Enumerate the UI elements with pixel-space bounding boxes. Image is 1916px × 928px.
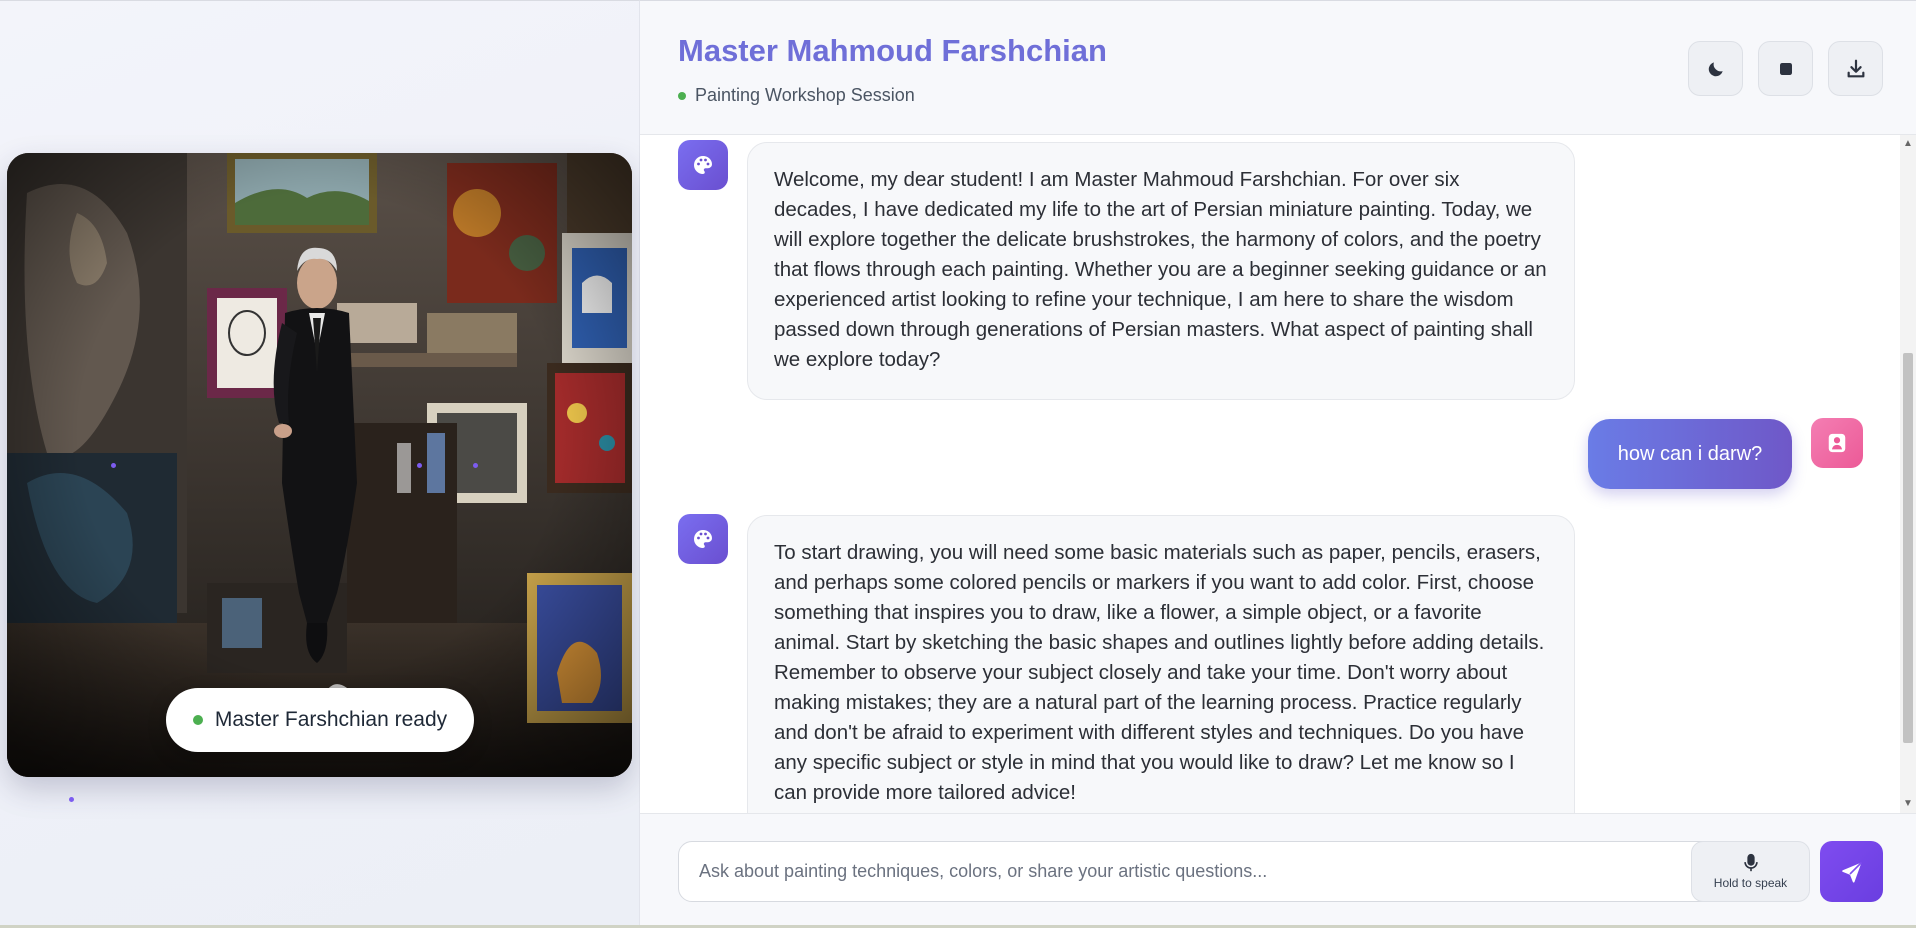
session-subtitle-text: Painting Workshop Session — [695, 85, 915, 105]
stop-icon — [1779, 62, 1792, 75]
theme-toggle-button[interactable] — [1688, 41, 1743, 96]
studio-scene-illustration — [7, 153, 632, 777]
hold-to-speak-label: Hold to speak — [1713, 876, 1788, 890]
assistant-message: Welcome, my dear student! I am Master Ma… — [747, 142, 1575, 400]
user-icon — [1828, 433, 1846, 453]
user-avatar — [1811, 418, 1863, 468]
stop-button[interactable] — [1758, 41, 1813, 96]
chat-panel: Master Mahmoud Farshchian Painting Works… — [640, 0, 1916, 928]
assistant-avatar — [678, 140, 728, 190]
hold-to-speak-button[interactable]: Hold to speak — [1691, 841, 1810, 902]
avatar-panel: Master Farshchian ready — [0, 0, 640, 928]
palette-icon — [694, 530, 712, 548]
send-button[interactable] — [1820, 841, 1883, 902]
moon-icon — [1708, 61, 1723, 76]
particle-dot — [417, 463, 422, 468]
online-dot-icon — [678, 91, 686, 100]
app-window: Master Farshchian ready Master Mahmoud F… — [0, 0, 1916, 928]
avatar-status-text: Master Farshchian ready — [214, 708, 448, 731]
composer-bar: Hold to speak — [640, 813, 1916, 928]
download-icon — [1847, 59, 1864, 77]
microphone-icon — [1743, 853, 1758, 872]
page-title: Master Mahmoud Farshchian — [678, 33, 1107, 68]
avatar-status-badge: Master Farshchian ready — [166, 688, 474, 752]
message-list[interactable]: Welcome, my dear student! I am Master Ma… — [640, 135, 1916, 813]
chat-header: Master Mahmoud Farshchian Painting Works… — [640, 1, 1916, 135]
assistant-message: To start drawing, you will need some bas… — [747, 515, 1575, 813]
user-message: how can i darw? — [1588, 419, 1792, 489]
particle-dot — [69, 797, 74, 802]
chat-input[interactable] — [678, 841, 1715, 902]
particle-dot — [473, 463, 478, 468]
scroll-up-icon[interactable]: ▲ — [1903, 139, 1913, 149]
scroll-down-icon[interactable]: ▼ — [1903, 799, 1913, 809]
chat-scrollbar[interactable]: ▲ ▼ — [1900, 135, 1916, 813]
avatar-viewport[interactable]: Master Farshchian ready — [7, 153, 632, 777]
particle-dot — [111, 463, 116, 468]
scrollbar-thumb[interactable] — [1903, 353, 1913, 743]
send-icon — [1841, 861, 1862, 882]
download-button[interactable] — [1828, 41, 1883, 96]
assistant-avatar — [678, 514, 728, 564]
status-dot-icon — [192, 715, 203, 725]
session-subtitle: Painting Workshop Session — [678, 85, 915, 106]
palette-icon — [694, 156, 712, 174]
